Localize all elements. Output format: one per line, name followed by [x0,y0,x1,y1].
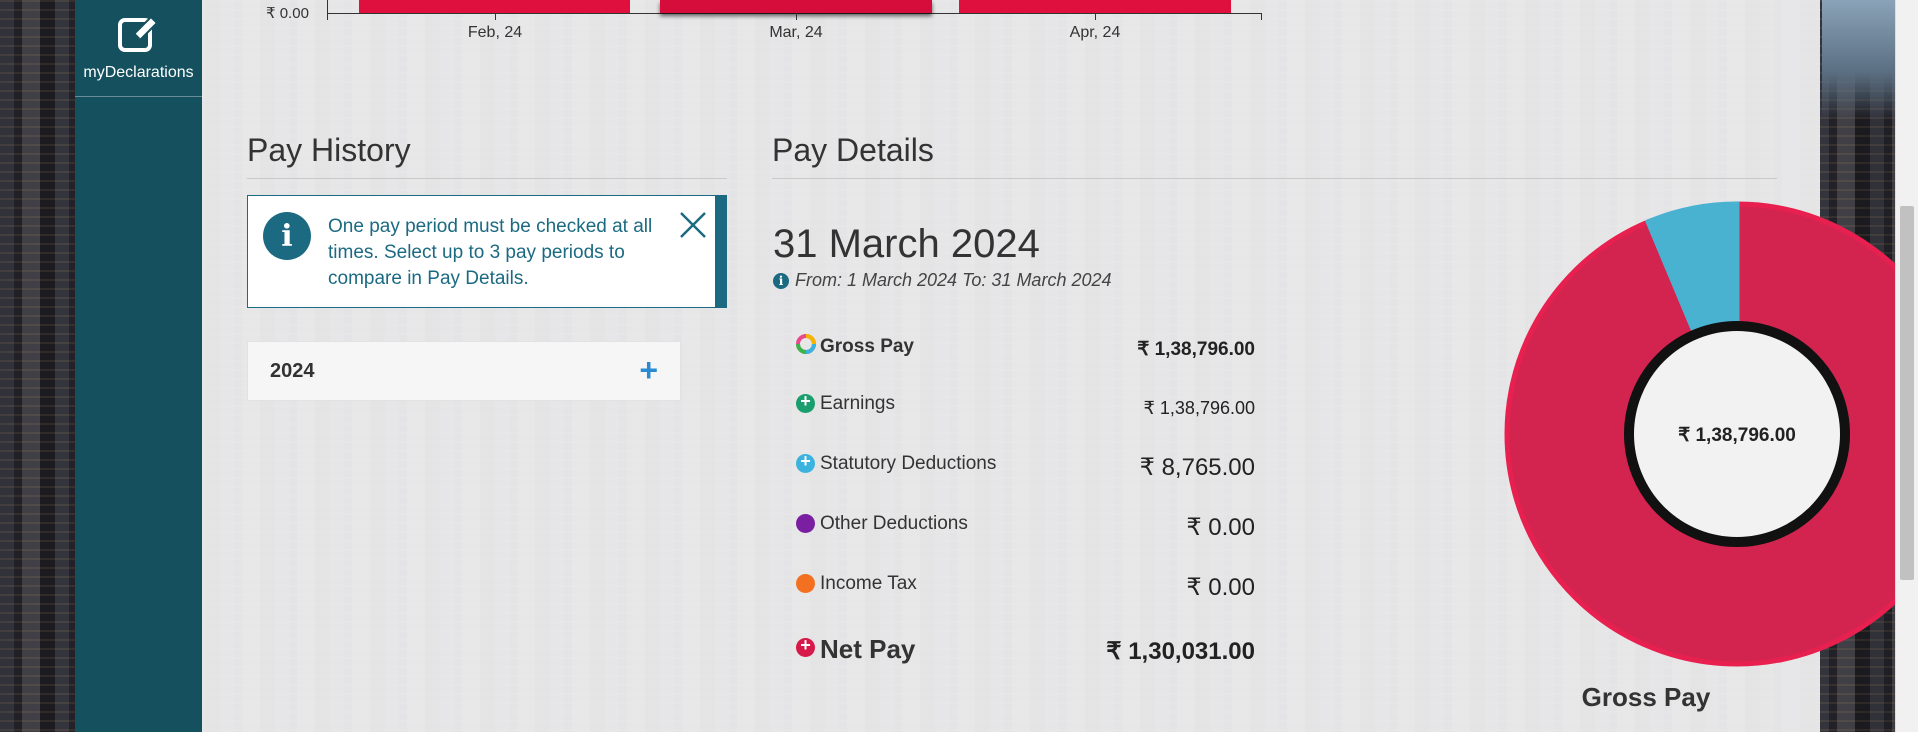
x-label-feb: Feb, 24 [467,24,523,41]
gross-pay-ring-icon [796,334,816,354]
x-label-apr: Apr, 24 [1069,24,1121,41]
pay-row-other-deductions: Other Deductions ₹ 0.00 [793,512,1255,552]
pay-details-title: Pay Details [772,132,934,168]
x-tick [1095,13,1096,20]
chart-title: Gross Pay [1581,682,1711,712]
alert-accent-strip [715,195,727,308]
scrollbar[interactable] [1895,0,1918,732]
plus-blue-icon [796,451,815,473]
x-tick [796,13,797,20]
donut-center-label: ₹ 1,38,796.00 [1678,425,1796,446]
orange-dot-icon [796,574,815,593]
row-value: ₹ 8,765.00 [1139,454,1255,481]
period-range: i From: 1 March 2024 To: 31 March 2024 [773,270,1112,291]
edit-icon [117,15,158,52]
divider [247,178,727,179]
period-range-text: From: 1 March 2024 To: 31 March 2024 [795,270,1112,290]
row-value: ₹ 1,30,031.00 [1106,638,1255,665]
monthly-pay-chart: ₹ 0.00 Feb, 24 Mar, 24 Apr, 24 [202,0,1262,60]
x-tick [327,13,328,20]
gross-pay-donut-chart: ₹ 1,38,796.00 [1504,201,1918,667]
bar-mar-selected[interactable] [660,0,932,13]
pay-row-earnings: Earnings ₹ 1,38,796.00 [793,391,1255,432]
plus-green-icon [796,391,815,413]
year-accordion-2024[interactable]: 2024 + [247,341,681,401]
info-alert: i One pay period must be checked at all … [247,195,727,308]
pay-row-statutory-deductions: Statutory Deductions ₹ 8,765.00 [793,451,1255,492]
divider [772,178,1777,179]
x-label-mar: Mar, 24 [769,24,823,41]
main-content: ₹ 0.00 Feb, 24 Mar, 24 Apr, 24 Pay Histo… [202,0,1918,732]
pay-history-title: Pay History [247,132,411,168]
plus-red-icon [796,635,815,657]
row-label: Gross Pay [820,336,914,357]
period-date: 31 March 2024 [773,222,1040,266]
pay-row-gross-pay: Gross Pay ₹ 1,38,796.00 [793,333,1255,373]
row-value: ₹ 0.00 [1186,514,1255,541]
row-label: Statutory Deductions [820,453,997,474]
row-label: Other Deductions [820,513,968,534]
expand-plus-icon[interactable]: + [639,352,658,389]
row-label: Net Pay [820,634,916,664]
x-axis [327,13,1261,14]
scrollbar-thumb[interactable] [1900,206,1914,580]
sidebar: myDeclarations [75,0,202,732]
row-value: ₹ 0.00 [1186,574,1255,601]
info-icon: i [773,272,789,289]
bar-feb[interactable] [359,0,630,13]
alert-message: One pay period must be checked at all ti… [328,216,653,289]
year-label: 2024 [270,360,315,382]
close-icon[interactable] [676,208,710,242]
y-tick-label: ₹ 0.00 [266,5,309,22]
row-value: ₹ 1,38,796.00 [1143,398,1255,418]
row-value: ₹ 1,38,796.00 [1137,339,1255,360]
sidebar-item-mydeclarations[interactable]: myDeclarations [75,0,202,97]
x-tick [495,13,496,20]
pay-row-net-pay: Net Pay ₹ 1,30,031.00 [793,634,1255,674]
donut-svg: ₹ 1,38,796.00 [1504,201,1918,667]
pay-row-income-tax: Income Tax ₹ 0.00 [793,572,1255,612]
row-label: Income Tax [820,573,917,594]
x-tick [1261,13,1262,20]
row-label: Earnings [820,393,895,414]
sidebar-item-label: myDeclarations [83,64,194,81]
info-icon: i [263,212,311,260]
purple-dot-icon [796,514,815,533]
bar-apr[interactable] [959,0,1231,13]
